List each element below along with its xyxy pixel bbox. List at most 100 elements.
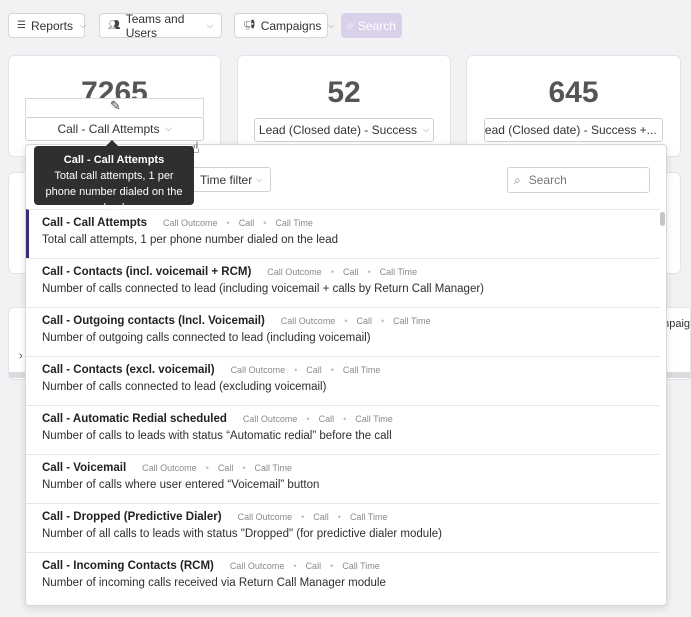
metric-select-label: Lead (Closed date) - Success +... [484,123,657,137]
top-toolbar: ☰ Reports ⌵ 👥︎ Teams and Users ⌵ 📢︎ Camp… [0,0,691,52]
chevron-down-icon: ⌵ [423,125,430,134]
separator-dot: • [301,512,305,522]
campaigns-dropdown[interactable]: 📢︎ Campaigns ⌵ [234,13,334,38]
metric-item-tag: Call Outcome [163,218,218,228]
metric-item-title: Call - Incoming Contacts (RCM) [42,560,214,572]
metric-item-title: Call - Dropped (Predictive Dialer) [42,511,222,523]
metric-item-header: Call - Call Attempts Call Outcome • Call • Ca… [42,217,660,229]
metric-list-item[interactable]: Call - Voicemail Call Outcome • Call • Call T… [26,454,660,503]
separator-dot: • [344,316,348,326]
metric-list-item[interactable]: Call - Contacts (incl. voicemail + RCM) C… [26,258,660,307]
pencil-icon: ✎ [110,98,121,113]
search-icon: ⌕ [514,172,521,187]
separator-dot: • [337,512,341,522]
metric-item-tag: Call Time [349,512,388,522]
metric-list-item[interactable]: Call - Contacts (excl. voicemail) Call Ou… [26,356,660,405]
separator-dot: • [293,561,297,571]
separator-dot: • [367,267,371,277]
metric-value: 52 [327,76,361,109]
chevron-down-icon: ⌵ [80,20,87,30]
time-filter-label: Time filter [200,172,253,187]
separator-dot: • [343,414,347,424]
separator-dot: • [263,218,267,228]
expand-row-icon[interactable]: › [19,350,23,362]
metric-item-tag: Call Time [355,414,393,424]
campaigns-label: Campaigns [260,18,322,33]
metric-value: 645 [548,76,599,109]
metric-item-tag: Call [217,463,234,473]
metric-list-item[interactable]: Call - Incoming Contacts (RCM) Call Outco… [26,552,660,601]
separator-dot: • [330,267,334,277]
metric-item-header: Call - Incoming Contacts (RCM) Call Outco… [42,560,660,572]
list-scrollbar-thumb[interactable] [660,212,665,226]
teams-label: Teams and Users [125,11,185,40]
metric-item-tag: Call Outcome [267,267,322,277]
metric-list-item[interactable]: Call - Call Attempts Call Outcome • Call • Ca… [26,209,660,258]
metric-list-item[interactable]: Call - Automatic Redial scheduled Call Ou… [26,405,660,454]
metric-item-title: Call - Contacts (excl. voicemail) [42,364,215,376]
popup-search-input[interactable] [526,172,637,188]
metric-item-title: Call - Outgoing contacts (Incl. Voicemai… [42,315,265,327]
metric-item-header: Call - Contacts (excl. voicemail) Call Ou… [42,364,660,376]
chevron-down-icon: ⌵ [256,174,263,184]
metric-item-tag: Call Time [342,365,381,375]
metric-item-tag: Call Outcome [280,316,336,326]
metric-item-description: Number of all calls to leads with status… [42,528,442,540]
chevron-down-icon: ⌵ [328,20,335,30]
metric-item-description: Number of outgoing calls connected to le… [42,332,371,344]
separator-dot: • [294,365,298,375]
metric-item-tag: Call [238,218,255,228]
metric-select[interactable]: Lead (Closed date) - Success ⌵ [254,118,434,142]
metric-item-description: Number of incoming calls received via Re… [42,577,386,589]
metric-item-tag: Call Outcome [142,463,197,473]
metric-item-title: Call - Automatic Redial scheduled [42,413,227,425]
metric-card-2: 52 Lead (Closed date) - Success ⌵ [237,55,451,157]
metric-card-3: 645 Lead (Closed date) - Success +... ⌵ [466,55,681,157]
megaphone-icon: 📢︎ [243,20,256,31]
metric-item-title: Call - Contacts (incl. voicemail + RCM) [42,266,252,278]
separator-dot: • [330,365,334,375]
metric-item-title: Call - Voicemail [42,462,127,474]
metric-item-tag: Call [318,414,335,424]
metric-item-tag: Call Time [342,561,380,571]
separator-dot: • [205,463,209,473]
metric-item-description: Number of calls connected to lead (exclu… [42,381,327,393]
metric-item-tag: Call Outcome [242,414,298,424]
metric-list-item[interactable]: Call - Dropped (Predictive Dialer) Call O… [26,503,660,552]
metric-item-tag: Call [356,316,372,326]
metric-list-item[interactable]: Call - Outgoing contacts (Incl. Voicemai… [26,307,660,356]
reports-label: Reports [30,18,73,33]
metric-select[interactable]: Lead (Closed date) - Success +... ⌵ [484,118,663,142]
metric-item-tag: Call Time [254,463,293,473]
metric-title-edit[interactable]: ✎ [25,98,204,117]
metric-item-tag: Call Outcome [229,561,285,571]
time-filter-dropdown[interactable]: Time filter ⌵ [191,167,272,192]
hand-cursor-icon: ☝ [190,140,200,157]
tooltip-text: Total call attempts, 1 per phone number … [45,170,183,214]
separator-dot: • [242,463,246,473]
reports-dropdown[interactable]: ☰ Reports ⌵ [8,13,87,38]
metric-item-tag: Call Outcome [230,365,286,375]
search-button[interactable]: ⌕ Search [341,13,402,38]
separator-dot: • [381,316,385,326]
popup-search-field[interactable]: ⌕ [507,167,650,193]
metric-item-header: Call - Automatic Redial scheduled Call Ou… [42,413,660,425]
metric-item-tag: Call Outcome [237,512,293,522]
users-icon: 👥︎ [108,20,121,31]
metric-item-tag: Call [313,512,329,522]
metric-item-tag: Call [306,365,322,375]
metric-item-header: Call - Contacts (incl. voicemail + RCM) C… [42,266,660,278]
metric-select-label: Lead (Closed date) - Success [258,123,417,137]
metric-item-header: Call - Voicemail Call Outcome • Call • Call T… [42,462,660,474]
metric-item-description: Number of calls connected to lead (inclu… [42,283,485,295]
tooltip-title: Call - Call Attempts [63,154,165,166]
metric-tooltip: Call - Call Attempts Total call attempts… [34,140,194,214]
metric-item-header: Call - Outgoing contacts (Incl. Voicemai… [42,315,660,327]
search-icon: ⌕ [347,18,354,32]
metric-item-header: Call - Dropped (Predictive Dialer) Call O… [42,511,660,523]
separator-dot: • [306,414,310,424]
separator-dot: • [226,218,230,228]
metric-item-description: Number of calls to leads with status “Au… [42,430,392,442]
teams-users-dropdown[interactable]: 👥︎ Teams and Users ⌵ [99,11,222,40]
metric-select-active[interactable]: Call - Call Attempts ⌵ [25,117,204,141]
